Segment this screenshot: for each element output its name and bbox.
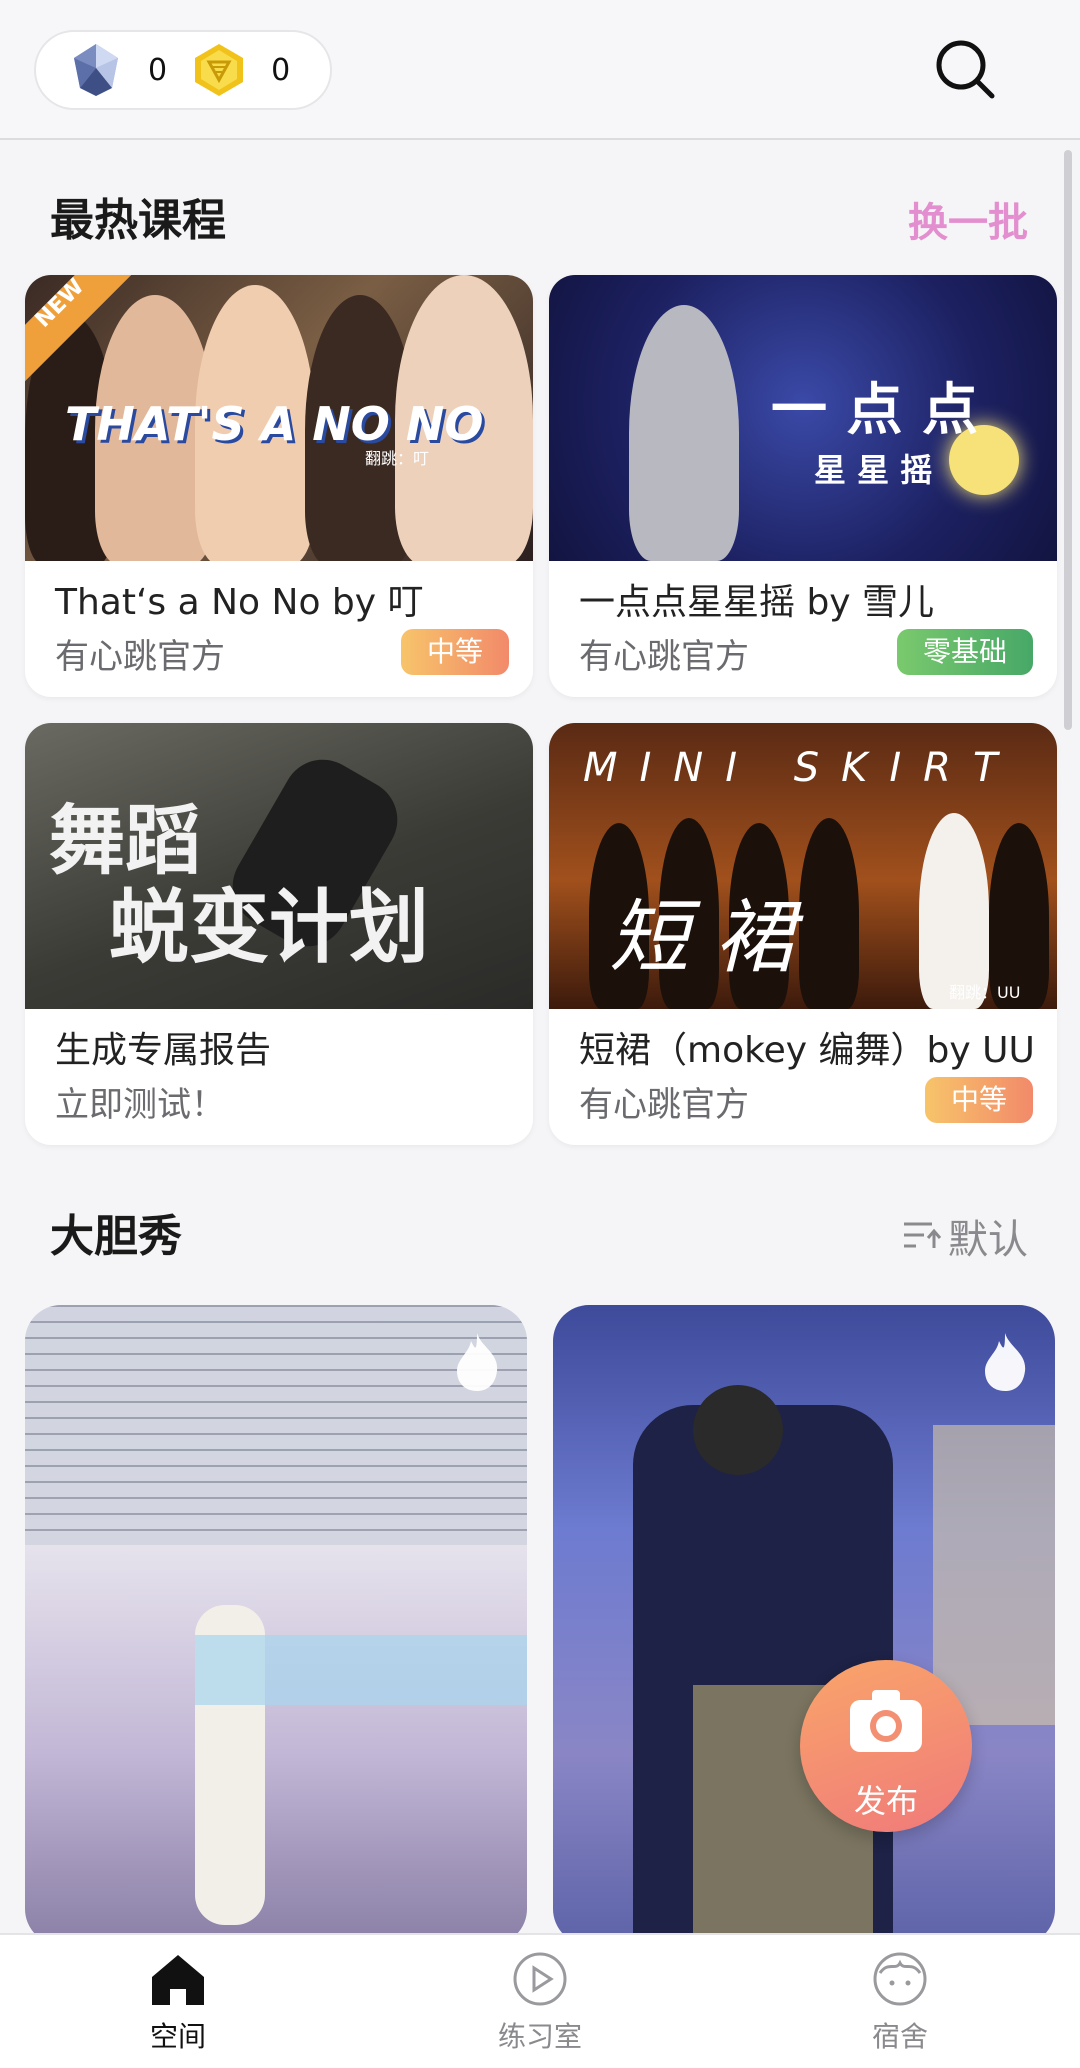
course-author: 有心跳官方	[55, 637, 225, 677]
search-icon[interactable]	[930, 34, 1000, 104]
nav-item-practice-room[interactable]: 练习室	[440, 1951, 640, 2061]
course-thumbnail: 舞蹈 蜕变计划	[25, 723, 533, 1009]
level-badge: 中等	[400, 629, 509, 675]
course-title: 短裙（mokey 编舞）by UU	[579, 1030, 1035, 1071]
nav-item-space[interactable]: 空间	[78, 1951, 278, 2061]
hot-courses-title: 最热课程	[50, 195, 226, 246]
diamond-balance: 0	[66, 40, 167, 100]
flame-icon	[985, 1333, 1026, 1391]
flame-icon	[457, 1333, 498, 1391]
nav-label: 练习室	[497, 2020, 582, 2053]
nav-item-dorm[interactable]: 宿舍	[800, 1951, 1000, 2061]
coin-icon	[195, 44, 244, 96]
thumbnail-credit: 翻跳：UU	[949, 983, 1021, 1002]
thumbnail-credit: 翻跳：叮	[365, 449, 430, 468]
bottom-nav: 空间 练习室 宿舍	[0, 1933, 1080, 2068]
publish-label: 发布	[853, 1782, 918, 1820]
bold-show-title: 大胆秀	[50, 1211, 182, 1262]
show-video-card[interactable]	[553, 1305, 1055, 1945]
thumbnail-subtitle: 蜕变计划	[109, 881, 429, 974]
thumbnail-title: MINI SKIRT	[583, 745, 1020, 791]
course-title: 生成专属报告	[55, 1030, 272, 1071]
diamond-count: 0	[148, 52, 168, 88]
sort-label: 默认	[948, 1217, 1028, 1263]
level-badge: 零基础	[896, 629, 1033, 675]
course-thumbnail: MINI SKIRT 短 裙 翻跳：UU	[549, 723, 1057, 1009]
coin-balance: 0	[189, 40, 290, 100]
refresh-button[interactable]: 换一批	[908, 190, 1028, 248]
course-author: 有心跳官方	[579, 637, 749, 677]
nav-label: 空间	[149, 2020, 206, 2053]
play-icon	[513, 1952, 567, 2006]
home-icon	[152, 1955, 204, 2005]
thumbnail-title: 一 点 点	[771, 378, 978, 443]
sort-icon	[904, 1222, 942, 1248]
thumbnail-title: THAT'S A NO NO	[65, 397, 484, 451]
course-author: 有心跳官方	[579, 1085, 749, 1125]
scrollbar[interactable]	[1064, 150, 1072, 730]
nav-label: 宿舍	[871, 2020, 928, 2053]
app-root: 0 0 最热课程 换一批 NEW THAT'S A NO NO 翻跳：叮 Tha…	[0, 0, 1080, 2068]
level-badge: 中等	[924, 1077, 1033, 1123]
show-video-card[interactable]	[25, 1305, 527, 1945]
course-thumbnail: 一 点 点 星 星 摇	[549, 275, 1057, 561]
diamond-icon	[74, 44, 118, 96]
face-icon	[873, 1952, 927, 2006]
course-card[interactable]: NEW THAT'S A NO NO 翻跳：叮 That‘s a No No b…	[25, 275, 533, 697]
thumbnail-subtitle: 星 星 摇	[814, 451, 933, 489]
thumbnail-subtitle: 短 裙	[609, 891, 795, 984]
course-card[interactable]: 舞蹈 蜕变计划 生成专属报告 立即测试！	[25, 723, 533, 1145]
course-title: That‘s a No No by 叮	[55, 582, 424, 623]
course-card[interactable]: MINI SKIRT 短 裙 翻跳：UU 短裙（mokey 编舞）by UU 有…	[549, 723, 1057, 1145]
publish-button[interactable]: 发布	[800, 1660, 972, 1832]
course-author: 立即测试！	[55, 1085, 225, 1125]
sort-button[interactable]: 默认	[902, 1207, 1028, 1265]
course-thumbnail: NEW THAT'S A NO NO 翻跳：叮	[25, 275, 533, 561]
top-bar: 0 0	[0, 0, 1080, 140]
coin-count: 0	[271, 52, 291, 88]
camera-icon	[850, 1690, 922, 1752]
currency-pill[interactable]: 0 0	[34, 30, 332, 110]
course-card[interactable]: 一 点 点 星 星 摇 一点点星星摇 by 雪儿 有心跳官方 零基础	[549, 275, 1057, 697]
course-title: 一点点星星摇 by 雪儿	[579, 582, 935, 623]
